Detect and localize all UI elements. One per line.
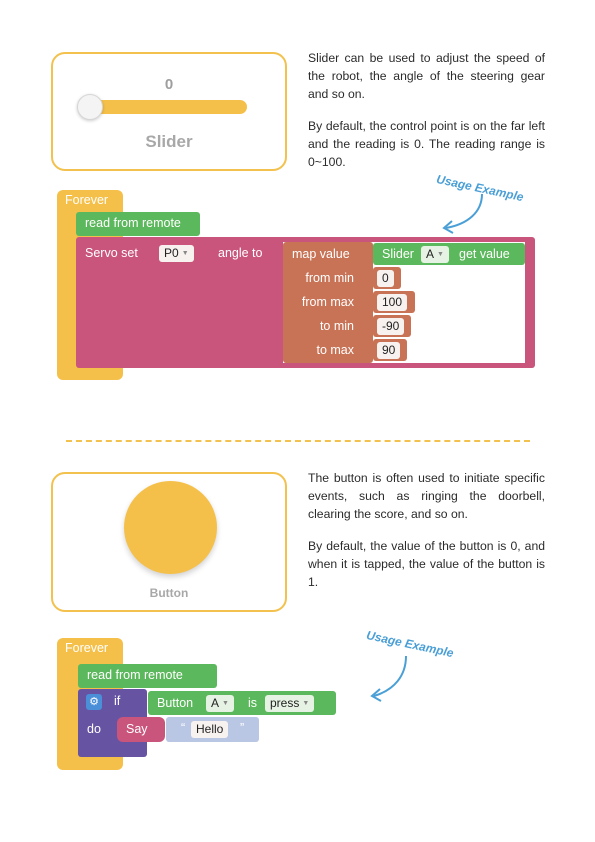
slider-knob[interactable] <box>77 94 103 120</box>
quote-close: ” <box>240 721 245 735</box>
text-input[interactable]: Hello <box>191 721 229 738</box>
from-min-input-block: 0 <box>373 267 401 289</box>
read-remote-block-2[interactable]: read from remote <box>78 664 217 688</box>
button-desc-2: By default, the value of the button is 0… <box>308 539 545 589</box>
slider-block-label: Slider <box>382 247 414 261</box>
from-max-label: from max <box>301 295 354 309</box>
forever-label: Forever <box>65 193 109 207</box>
round-button[interactable] <box>124 481 217 574</box>
button-is-block[interactable]: Button A ▼ is press ▼ <box>148 691 336 715</box>
text-block[interactable]: “ Hello ” <box>166 717 259 742</box>
from-max-input-block: 100 <box>373 291 415 313</box>
read-remote-label-2: read from remote <box>87 668 183 682</box>
curved-arrow-icon <box>370 655 407 702</box>
get-value-label: get value <box>459 247 510 261</box>
map-value-block[interactable]: map value from min from max to min to ma… <box>283 242 373 363</box>
to-max-label: to max <box>316 343 354 357</box>
servo-set-label: Servo set <box>85 246 138 260</box>
button-id-dropdown[interactable]: A ▼ <box>206 695 234 713</box>
slider-label: Slider <box>145 132 193 151</box>
section-divider <box>66 440 530 442</box>
slider-value: 0 <box>164 76 174 93</box>
state-dropdown[interactable]: press ▼ <box>265 695 315 713</box>
from-min-input[interactable]: 0 <box>377 270 394 287</box>
read-remote-block[interactable]: read from remote <box>76 212 200 236</box>
button-block-label: Button <box>157 696 194 710</box>
if-label: if <box>114 694 121 708</box>
say-label: Say <box>126 722 148 736</box>
from-min-label: from min <box>305 271 354 285</box>
is-label: is <box>248 696 258 710</box>
slider-card: 0 Slider <box>51 52 287 171</box>
slider-desc-1: Slider can be used to adjust the speed o… <box>308 51 545 101</box>
do-label: do <box>87 722 101 736</box>
quote-open: “ <box>181 721 186 735</box>
slider-track[interactable] <box>81 100 247 114</box>
slider-id-dropdown[interactable]: A ▼ <box>421 246 449 264</box>
port-dropdown[interactable]: P0 ▼ <box>159 245 194 263</box>
map-value-label: map value <box>292 247 350 261</box>
from-max-input[interactable]: 100 <box>377 294 408 311</box>
to-min-label: to min <box>319 319 354 333</box>
curved-arrow-icon <box>442 193 483 234</box>
angle-to-label: angle to <box>218 246 263 260</box>
to-min-input-block: -90 <box>373 315 411 337</box>
forever-label-2: Forever <box>65 641 109 655</box>
button-desc-1: The button is often used to initiate spe… <box>308 471 545 521</box>
button-card: Button <box>51 472 287 612</box>
slider-get-value-block[interactable]: Slider A ▼ get value <box>373 243 525 265</box>
to-max-input[interactable]: 90 <box>377 342 401 359</box>
button-label: Button <box>149 586 189 600</box>
to-min-input[interactable]: -90 <box>377 318 405 335</box>
gear-icon[interactable]: ⚙ <box>86 694 102 710</box>
say-block[interactable]: Say <box>117 717 165 742</box>
read-remote-label: read from remote <box>85 216 181 230</box>
slider-desc-2: By default, the control point is on the … <box>308 119 545 169</box>
to-max-input-block: 90 <box>373 339 407 361</box>
